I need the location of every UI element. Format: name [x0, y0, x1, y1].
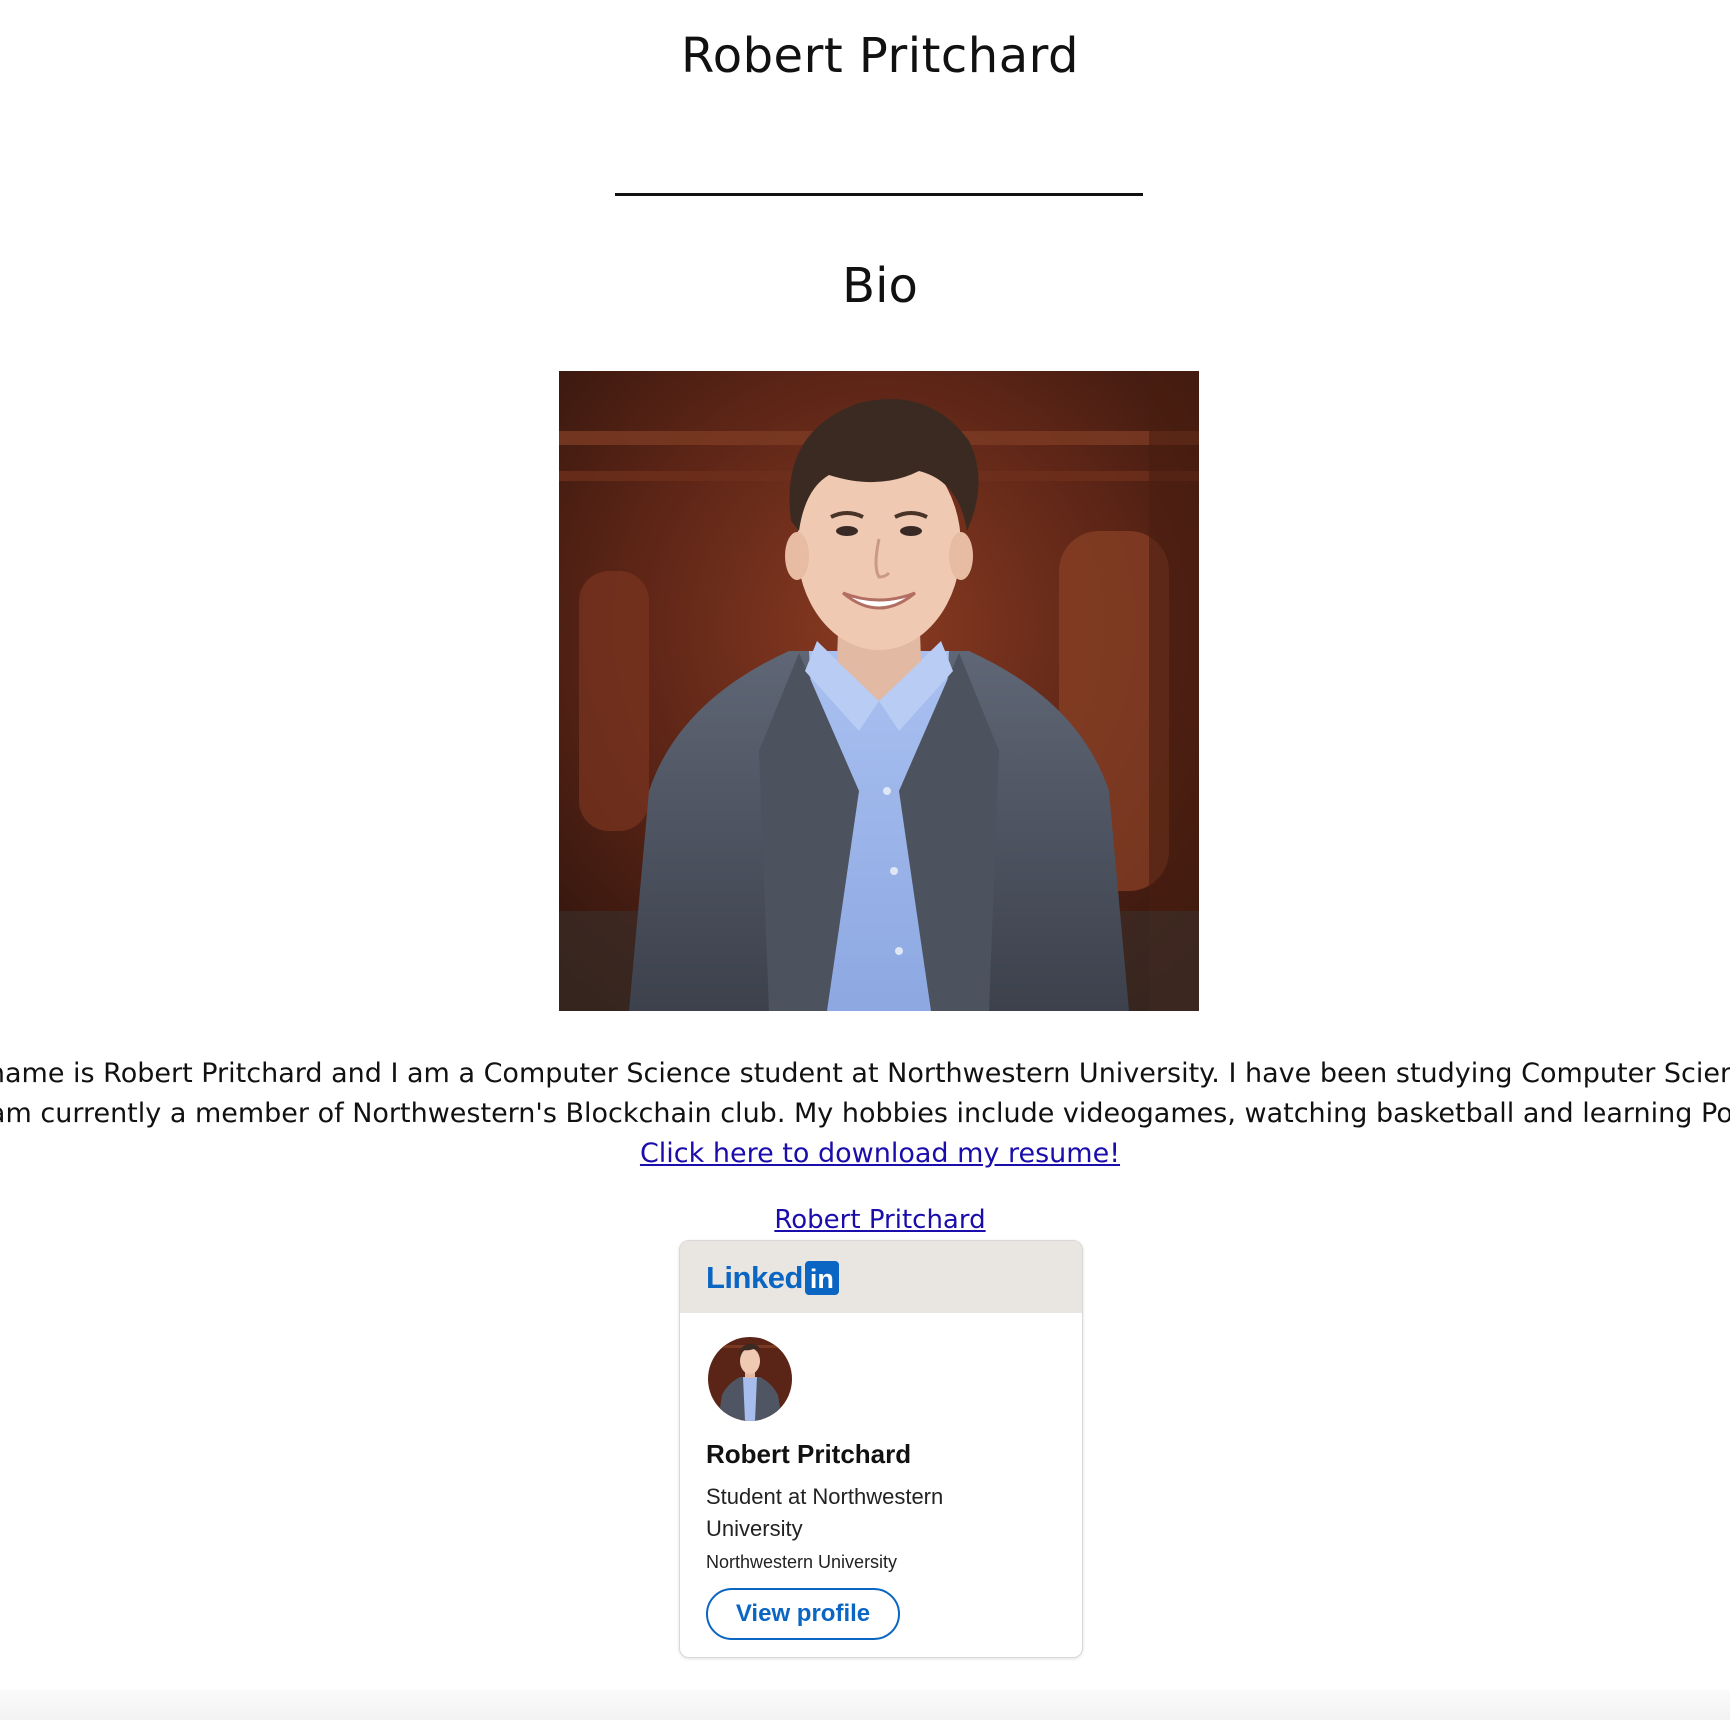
page-bottom-edge: [0, 1690, 1730, 1720]
avatar-illustration: [708, 1337, 792, 1421]
bio-line-1: My name is Robert Pritchard and I am a C…: [0, 1058, 1730, 1089]
linkedin-badge-header: Linked in: [680, 1241, 1082, 1313]
avatar[interactable]: [708, 1337, 792, 1421]
linkedin-logo-word: Linked: [706, 1260, 803, 1295]
linkedin-logo[interactable]: Linked in: [706, 1261, 839, 1295]
bio-heading: Bio: [842, 258, 918, 314]
linkedin-headline: Student at Northwestern University: [706, 1484, 944, 1541]
linkedin-in-icon: in: [804, 1261, 839, 1295]
portrait-illustration: [559, 371, 1199, 1011]
linkedin-badge: Linked in Robert Pritchard Student at Nor…: [679, 1240, 1083, 1658]
divider: [615, 193, 1143, 196]
view-profile-button[interactable]: View profile: [706, 1588, 900, 1640]
page: Robert Pritchard Bio ame is Robert Pritc…: [0, 0, 1730, 1720]
resume-download-link[interactable]: Click here to download my resume!: [640, 1134, 1120, 1174]
linkedin-school[interactable]: Northwestern University: [706, 1552, 897, 1573]
site-title: Robert Pritchard: [681, 28, 1079, 84]
linkedin-person-name[interactable]: Robert Pritchard: [706, 1439, 911, 1470]
bio-paragraph: My name is Robert Pritchard and I am a C…: [0, 1054, 1730, 1174]
portrait-photo: [559, 371, 1199, 1011]
linkedin-name-link[interactable]: Robert Pritchard: [0, 1205, 1730, 1235]
bio-line-2: I am currently a member of Northwestern'…: [0, 1098, 1730, 1129]
